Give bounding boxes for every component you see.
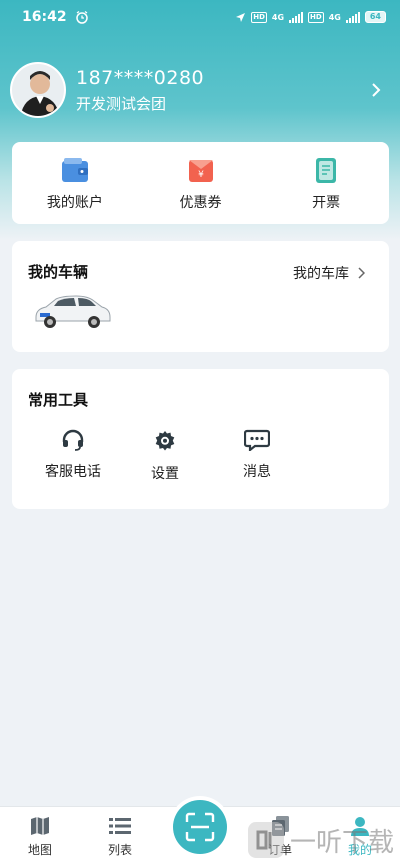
location-icon bbox=[236, 12, 246, 22]
svg-text:¥: ¥ bbox=[198, 170, 204, 180]
tab-map-label: 地图 bbox=[27, 843, 52, 857]
my-garage-link[interactable]: 我的车库 bbox=[293, 263, 365, 283]
invoice-label: 开票 bbox=[312, 195, 341, 211]
hd-badge-2: HD bbox=[308, 11, 324, 23]
settings-label: 设置 bbox=[151, 466, 179, 482]
network-label: 4G bbox=[271, 12, 285, 22]
signal-icon bbox=[289, 11, 304, 23]
status-time: 16:42 bbox=[22, 9, 67, 25]
vehicles-card: 我的车辆 我的车库 bbox=[12, 241, 389, 352]
car-image[interactable] bbox=[32, 289, 112, 331]
messages-label: 消息 bbox=[243, 464, 271, 480]
avatar[interactable] bbox=[10, 62, 66, 118]
tools-card: 常用工具 客服电话 设置 消息 bbox=[12, 369, 389, 509]
settings-button[interactable]: 设置 bbox=[119, 429, 211, 483]
customer-service-button[interactable]: 客服电话 bbox=[27, 429, 119, 483]
tab-list-label: 列表 bbox=[107, 843, 132, 857]
scan-icon bbox=[185, 812, 215, 842]
coupon-label: 优惠券 bbox=[179, 195, 222, 211]
coupon-button[interactable]: ¥ 优惠券 bbox=[138, 142, 264, 224]
chevron-right-icon bbox=[358, 267, 365, 279]
tab-map[interactable]: 地图 bbox=[0, 807, 80, 858]
watermark: 一听下载 bbox=[246, 820, 394, 860]
headset-icon bbox=[62, 429, 84, 451]
battery-indicator: 64 bbox=[364, 11, 386, 23]
hd-badge: HD bbox=[251, 11, 267, 23]
scan-button[interactable] bbox=[173, 800, 227, 854]
signal-icon-2 bbox=[345, 11, 360, 23]
user-team: 开发测试会团 bbox=[76, 94, 167, 113]
tab-list[interactable]: 列表 bbox=[80, 807, 160, 858]
messages-button[interactable]: 消息 bbox=[211, 429, 303, 483]
tools-title: 常用工具 bbox=[28, 391, 89, 409]
invoice-icon bbox=[316, 158, 337, 183]
invoice-button[interactable]: 开票 bbox=[263, 142, 389, 224]
chevron-right-icon[interactable] bbox=[370, 82, 382, 98]
gear-icon bbox=[155, 431, 175, 451]
user-phone: 187****0280 bbox=[76, 66, 205, 89]
customer-service-label: 客服电话 bbox=[45, 464, 101, 480]
list-icon bbox=[109, 818, 131, 834]
status-bar: 16:42 HD 4G HD 4G 64 bbox=[0, 0, 400, 34]
map-icon bbox=[31, 817, 49, 835]
vehicles-title: 我的车辆 bbox=[28, 263, 89, 281]
avatar-image bbox=[12, 64, 64, 116]
my-account-label: 我的账户 bbox=[46, 195, 103, 211]
message-icon bbox=[244, 429, 270, 451]
watermark-logo-icon bbox=[247, 822, 284, 858]
my-garage-label: 我的车库 bbox=[293, 266, 349, 282]
profile-header[interactable]: 187****0280 开发测试会团 bbox=[10, 60, 390, 120]
my-account-button[interactable]: 我的账户 bbox=[12, 142, 138, 224]
quick-actions-card: 我的账户 ¥ 优惠券 开票 bbox=[12, 142, 389, 224]
alarm-icon bbox=[75, 10, 88, 24]
wallet-icon bbox=[61, 158, 88, 182]
watermark-text: 一听下载 bbox=[289, 827, 394, 858]
network-label-2: 4G bbox=[328, 12, 341, 22]
status-indicators: HD 4G HD 4G 64 bbox=[235, 11, 386, 23]
coupon-icon: ¥ bbox=[188, 160, 213, 182]
